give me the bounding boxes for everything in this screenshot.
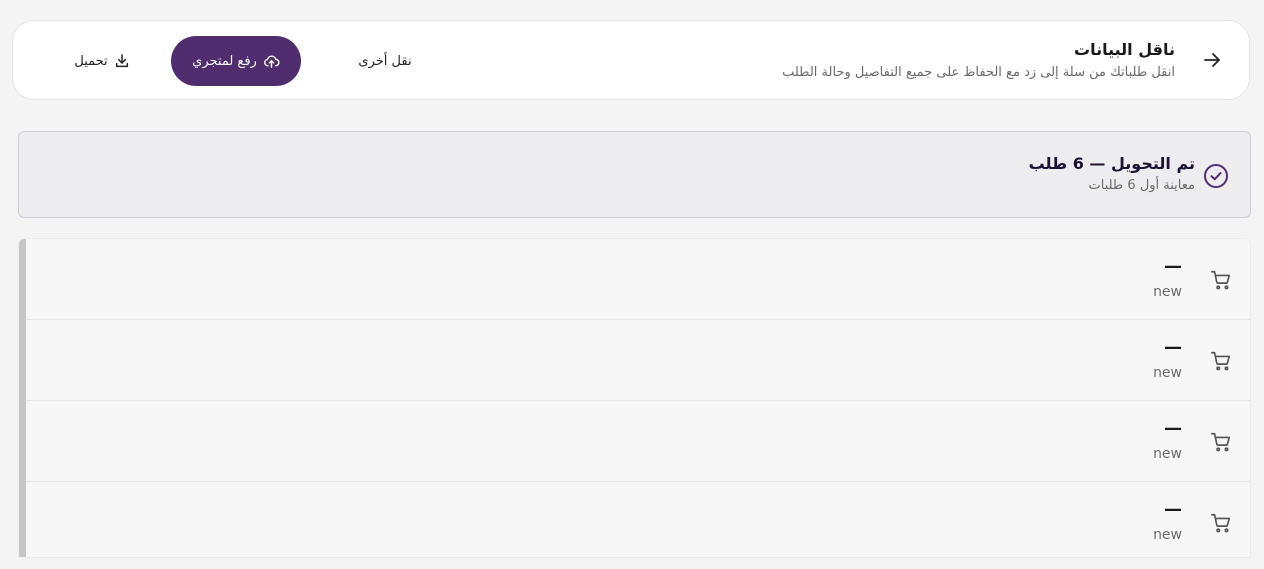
status-text: تم التحويل — 6 طلب معاينة أول 6 طلبات — [1029, 154, 1195, 194]
status-subtitle: معاينة أول 6 طلبات — [1088, 178, 1196, 193]
order-status: new — [1153, 284, 1182, 300]
cart-icon — [1210, 269, 1232, 291]
download-label: تحميل — [74, 53, 108, 69]
upload-label: رفع لمتجري — [192, 53, 257, 69]
list-item[interactable]: — new — [26, 401, 1250, 482]
check-circle-icon — [1203, 163, 1229, 189]
header-text: ناقل البيانات انقل طلباتك من سلة إلى زد … — [782, 40, 1175, 81]
page-subtitle: انقل طلباتك من سلة إلى زد مع الحفاظ على … — [782, 65, 1175, 80]
download-icon — [114, 53, 130, 69]
order-status: new — [1153, 446, 1182, 462]
cloud-upload-icon — [263, 53, 280, 70]
list-item[interactable]: — new — [26, 239, 1250, 320]
order-name: — — [1164, 418, 1182, 439]
list-item[interactable]: — new — [26, 320, 1250, 401]
cart-icon — [1210, 512, 1232, 534]
status-title: تم التحويل — 6 طلب — [1028, 154, 1195, 173]
order-status: new — [1153, 527, 1182, 543]
orders-preview-list[interactable]: — new — new — new — new — [18, 238, 1251, 558]
order-name: — — [1164, 499, 1182, 520]
transfer-header-card: ناقل البيانات انقل طلباتك من سلة إلى زد … — [12, 20, 1250, 100]
list-item[interactable]: — new — [26, 482, 1250, 557]
order-name: — — [1164, 337, 1182, 358]
cart-icon — [1210, 350, 1232, 372]
order-status: new — [1153, 365, 1182, 381]
order-name: — — [1164, 256, 1182, 277]
conversion-status-banner: تم التحويل — 6 طلب معاينة أول 6 طلبات — [18, 131, 1251, 218]
transfer-other-label: نقل أخرى — [358, 53, 412, 69]
page-title: ناقل البيانات — [1074, 40, 1175, 59]
arrow-right-icon[interactable] — [1201, 49, 1223, 71]
upload-to-store-button[interactable]: رفع لمتجري — [171, 36, 301, 86]
scrollbar[interactable] — [19, 239, 26, 557]
transfer-other-button[interactable]: نقل أخرى — [333, 49, 437, 73]
download-button[interactable]: تحميل — [57, 49, 147, 73]
cart-icon — [1210, 431, 1232, 453]
